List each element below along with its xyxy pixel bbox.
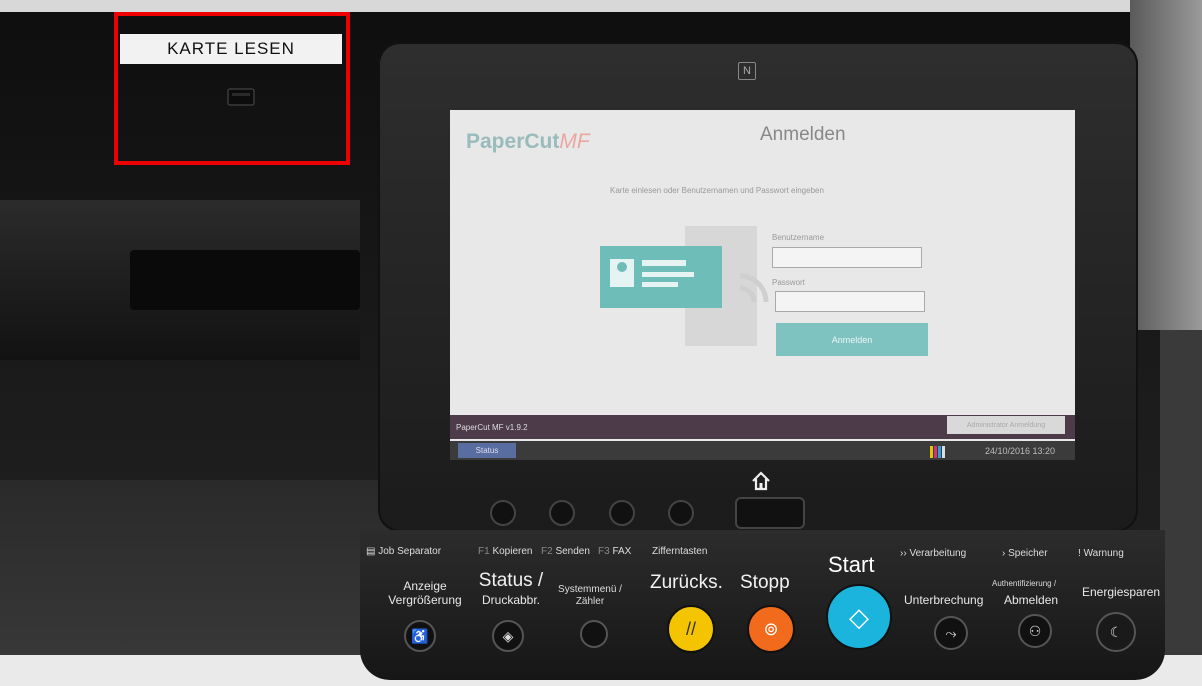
nfc-icon: N — [738, 62, 756, 80]
abmelden-label: Abmelden — [1004, 593, 1059, 607]
home-icon — [750, 470, 772, 492]
kopieren-text: Kopieren — [492, 546, 533, 557]
status-icon: ◈ — [502, 627, 514, 644]
logout-icon: ⚇ — [1028, 622, 1042, 639]
fax-label[interactable]: F3 FAX — [598, 546, 631, 557]
speicher-text: Speicher — [1008, 548, 1048, 559]
zifferntasten-label[interactable]: Zifferntasten — [652, 546, 707, 557]
status-tab[interactable]: Status — [458, 443, 516, 458]
auth-label: Authentifizierung / — [992, 579, 1057, 588]
verarbeitung-text: Verarbeitung — [909, 548, 967, 559]
photo-scene: KARTE LESEN N PaperCutMF Anmelden Karte … — [0, 0, 1202, 686]
f3-label: F3 — [598, 546, 610, 557]
soft-key-2[interactable] — [549, 500, 575, 526]
home-button[interactable] — [735, 497, 805, 529]
brand-main: PaperCut — [466, 130, 560, 153]
login-instruction: Karte einlesen oder Benutzernamen und Pa… — [610, 186, 824, 195]
admin-login-button[interactable]: Administrator Anmeldung — [947, 416, 1065, 434]
datetime-display: 24/10/2016 13:20 — [985, 446, 1056, 456]
senden-label[interactable]: F2 Senden — [541, 546, 590, 557]
job-separator-icon: ▤ — [366, 546, 379, 557]
senden-text: Senden — [555, 546, 590, 557]
start-label: Start — [828, 552, 875, 577]
login-button[interactable]: Anmelden — [776, 323, 928, 356]
unterbrechung-label: Unterbrechung — [904, 593, 984, 607]
background-top-strip — [0, 0, 1202, 12]
warnung-text: Warnung — [1083, 548, 1124, 559]
f2-label: F2 — [541, 546, 553, 557]
start-icon: ◇ — [849, 601, 869, 632]
toner-level-icon — [930, 445, 946, 458]
touch-screen: PaperCutMF Anmelden Karte einlesen oder … — [450, 110, 1075, 460]
password-label: Passwort — [772, 278, 805, 287]
job-separator-label: ▤ Job Separator — [366, 546, 441, 557]
start-button[interactable]: ◇ — [826, 584, 892, 650]
job-separator-text: Job Separator — [378, 546, 442, 557]
anzeige-label: Anzeige — [403, 579, 447, 593]
username-input[interactable] — [772, 247, 922, 268]
systemmenu-button[interactable] — [580, 620, 608, 648]
background-right-wall — [1130, 0, 1202, 330]
printer-tray-slot — [130, 250, 360, 310]
password-input[interactable] — [775, 291, 925, 312]
zuruecks-button[interactable]: // — [667, 605, 715, 653]
anzeige-button[interactable]: ♿ — [404, 620, 436, 652]
stop-icon: ⊚ — [763, 618, 779, 639]
verarbeitung-label: ›› Verarbeitung — [900, 548, 967, 559]
vergroesserung-label: Vergrößerung — [388, 593, 462, 607]
papercut-logo: PaperCutMF — [466, 130, 590, 154]
abmelden-button[interactable]: ⚇ — [1018, 614, 1052, 648]
soft-key-1[interactable] — [490, 500, 516, 526]
druckabbr-label: Druckabbr. — [481, 593, 541, 607]
version-text: PaperCut MF v1.9.2 — [456, 423, 528, 432]
screen-title: Anmelden — [760, 124, 846, 145]
brand-suffix: MF — [559, 130, 590, 153]
background-right-lower — [1160, 330, 1202, 686]
status-bar — [450, 441, 1075, 460]
accessibility-icon: ♿ — [411, 627, 429, 644]
soft-key-4[interactable] — [668, 500, 694, 526]
zuruecks-label: Zurücks. — [650, 572, 723, 593]
interrupt-icon: ⤳ — [945, 624, 957, 641]
card-reader-highlight — [114, 12, 350, 165]
energiesparen-label: Energiesparen — [1082, 585, 1161, 599]
zaehler-label: Zähler — [575, 596, 605, 607]
speicher-label: › Speicher — [1002, 548, 1048, 559]
username-label: Benutzername — [772, 233, 825, 242]
kopieren-label[interactable]: F1 Kopieren — [478, 546, 532, 557]
systemmenu-label: Systemmenü / — [558, 584, 622, 595]
status-button[interactable]: ◈ — [492, 620, 524, 652]
energy-saver-icon: ☾ — [1109, 623, 1123, 640]
status-label: Status / — [478, 570, 544, 591]
fax-text: FAX — [612, 546, 632, 557]
warnung-label: ! Warnung — [1078, 548, 1124, 559]
stopp-button[interactable]: ⊚ — [747, 605, 795, 653]
soft-key-3[interactable] — [609, 500, 635, 526]
reset-icon: // — [685, 618, 696, 639]
stopp-label: Stopp — [740, 572, 790, 593]
f1-label: F1 — [478, 546, 490, 557]
energiesparen-button[interactable]: ☾ — [1096, 612, 1136, 652]
unterbrechung-button[interactable]: ⤳ — [934, 616, 968, 650]
